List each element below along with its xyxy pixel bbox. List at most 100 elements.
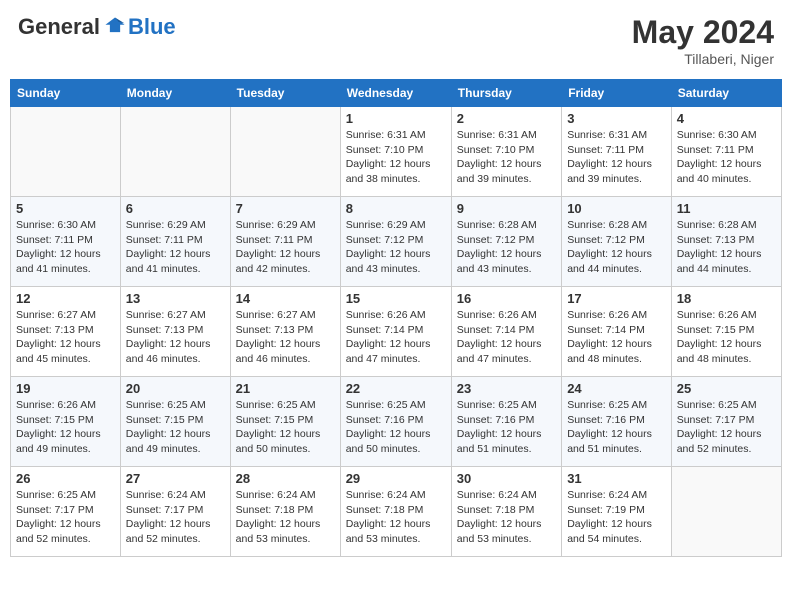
calendar-cell: 11 Sunrise: 6:28 AM Sunset: 7:13 PM Dayli… [671, 197, 781, 287]
day-info: Sunrise: 6:26 AM Sunset: 7:14 PM Dayligh… [457, 308, 556, 367]
calendar-cell: 6 Sunrise: 6:29 AM Sunset: 7:11 PM Daylig… [120, 197, 230, 287]
day-number: 5 [16, 201, 115, 216]
page-header: GeneralBlue May 2024 Tillaberi, Niger [10, 10, 782, 71]
calendar-cell: 26 Sunrise: 6:25 AM Sunset: 7:17 PM Dayli… [11, 467, 121, 557]
col-header-wednesday: Wednesday [340, 80, 451, 107]
day-number: 22 [346, 381, 446, 396]
day-number: 26 [16, 471, 115, 486]
day-info: Sunrise: 6:24 AM Sunset: 7:18 PM Dayligh… [457, 488, 556, 547]
day-number: 20 [126, 381, 225, 396]
calendar-cell: 13Sunrise: 6:27 AM Sunset: 7:13 PM Dayli… [120, 287, 230, 377]
calendar-cell: 29 Sunrise: 6:24 AM Sunset: 7:18 PM Dayli… [340, 467, 451, 557]
day-info: Sunrise: 6:30 AM Sunset: 7:11 PM Dayligh… [16, 218, 115, 277]
day-info: Sunrise: 6:25 AM Sunset: 7:16 PM Dayligh… [346, 398, 446, 457]
day-info: Sunrise: 6:27 AM Sunset: 7:13 PM Dayligh… [16, 308, 115, 367]
col-header-saturday: Saturday [671, 80, 781, 107]
calendar-cell: 23 Sunrise: 6:25 AM Sunset: 7:16 PM Dayli… [451, 377, 561, 467]
day-info: Sunrise: 6:25 AM Sunset: 7:16 PM Dayligh… [457, 398, 556, 457]
day-number: 8 [346, 201, 446, 216]
calendar-cell: 22 Sunrise: 6:25 AM Sunset: 7:16 PM Dayli… [340, 377, 451, 467]
calendar-cell: 7 Sunrise: 6:29 AM Sunset: 7:11 PM Daylig… [230, 197, 340, 287]
col-header-friday: Friday [562, 80, 672, 107]
day-number: 14 [236, 291, 335, 306]
day-number: 16 [457, 291, 556, 306]
day-info: Sunrise: 6:26 AM Sunset: 7:14 PM Dayligh… [346, 308, 446, 367]
calendar-cell [120, 107, 230, 197]
col-header-monday: Monday [120, 80, 230, 107]
day-info: Sunrise: 6:25 AM Sunset: 7:15 PM Dayligh… [236, 398, 335, 457]
day-info: Sunrise: 6:26 AM Sunset: 7:15 PM Dayligh… [16, 398, 115, 457]
calendar-cell: 24 Sunrise: 6:25 AM Sunset: 7:16 PM Dayli… [562, 377, 672, 467]
location: Tillaberi, Niger [632, 51, 774, 67]
calendar-cell: 20 Sunrise: 6:25 AM Sunset: 7:15 PM Dayli… [120, 377, 230, 467]
day-info: Sunrise: 6:31 AM Sunset: 7:10 PM Dayligh… [346, 128, 446, 187]
day-info: Sunrise: 6:25 AM Sunset: 7:16 PM Dayligh… [567, 398, 666, 457]
day-info: Sunrise: 6:28 AM Sunset: 7:13 PM Dayligh… [677, 218, 776, 277]
day-number: 6 [126, 201, 225, 216]
col-header-tuesday: Tuesday [230, 80, 340, 107]
day-info: Sunrise: 6:31 AM Sunset: 7:10 PM Dayligh… [457, 128, 556, 187]
day-number: 4 [677, 111, 776, 126]
col-header-thursday: Thursday [451, 80, 561, 107]
day-info: Sunrise: 6:28 AM Sunset: 7:12 PM Dayligh… [457, 218, 556, 277]
calendar-cell: 9 Sunrise: 6:28 AM Sunset: 7:12 PM Daylig… [451, 197, 561, 287]
calendar-cell: 19 Sunrise: 6:26 AM Sunset: 7:15 PM Dayli… [11, 377, 121, 467]
calendar-week-row: 26 Sunrise: 6:25 AM Sunset: 7:17 PM Dayli… [11, 467, 782, 557]
day-info: Sunrise: 6:30 AM Sunset: 7:11 PM Dayligh… [677, 128, 776, 187]
day-number: 29 [346, 471, 446, 486]
calendar-header-row: SundayMondayTuesdayWednesdayThursdayFrid… [11, 80, 782, 107]
calendar-cell: 1 Sunrise: 6:31 AM Sunset: 7:10 PM Daylig… [340, 107, 451, 197]
day-number: 31 [567, 471, 666, 486]
day-number: 23 [457, 381, 556, 396]
day-info: Sunrise: 6:24 AM Sunset: 7:17 PM Dayligh… [126, 488, 225, 547]
day-info: Sunrise: 6:28 AM Sunset: 7:12 PM Dayligh… [567, 218, 666, 277]
calendar-cell: 25Sunrise: 6:25 AM Sunset: 7:17 PM Dayli… [671, 377, 781, 467]
calendar-cell: 16 Sunrise: 6:26 AM Sunset: 7:14 PM Dayli… [451, 287, 561, 377]
day-info: Sunrise: 6:25 AM Sunset: 7:15 PM Dayligh… [126, 398, 225, 457]
day-number: 9 [457, 201, 556, 216]
calendar-week-row: 12Sunrise: 6:27 AM Sunset: 7:13 PM Dayli… [11, 287, 782, 377]
calendar-cell: 28Sunrise: 6:24 AM Sunset: 7:18 PM Dayli… [230, 467, 340, 557]
calendar-cell: 31 Sunrise: 6:24 AM Sunset: 7:19 PM Dayli… [562, 467, 672, 557]
calendar-cell: 15 Sunrise: 6:26 AM Sunset: 7:14 PM Dayli… [340, 287, 451, 377]
day-info: Sunrise: 6:27 AM Sunset: 7:13 PM Dayligh… [236, 308, 335, 367]
calendar-cell [671, 467, 781, 557]
col-header-sunday: Sunday [11, 80, 121, 107]
day-number: 7 [236, 201, 335, 216]
day-number: 17 [567, 291, 666, 306]
day-number: 3 [567, 111, 666, 126]
day-number: 2 [457, 111, 556, 126]
day-number: 1 [346, 111, 446, 126]
calendar-cell: 4 Sunrise: 6:30 AM Sunset: 7:11 PM Daylig… [671, 107, 781, 197]
day-info: Sunrise: 6:29 AM Sunset: 7:11 PM Dayligh… [236, 218, 335, 277]
calendar-cell: 10Sunrise: 6:28 AM Sunset: 7:12 PM Dayli… [562, 197, 672, 287]
day-info: Sunrise: 6:26 AM Sunset: 7:14 PM Dayligh… [567, 308, 666, 367]
calendar-cell: 5 Sunrise: 6:30 AM Sunset: 7:11 PM Daylig… [11, 197, 121, 287]
day-number: 19 [16, 381, 115, 396]
logo: GeneralBlue [18, 14, 176, 40]
day-info: Sunrise: 6:25 AM Sunset: 7:17 PM Dayligh… [16, 488, 115, 547]
day-info: Sunrise: 6:29 AM Sunset: 7:11 PM Dayligh… [126, 218, 225, 277]
day-number: 15 [346, 291, 446, 306]
day-number: 11 [677, 201, 776, 216]
day-info: Sunrise: 6:26 AM Sunset: 7:15 PM Dayligh… [677, 308, 776, 367]
month-year: May 2024 [632, 14, 774, 51]
logo-bird-icon [104, 16, 126, 38]
day-info: Sunrise: 6:24 AM Sunset: 7:18 PM Dayligh… [236, 488, 335, 547]
calendar-week-row: 19 Sunrise: 6:26 AM Sunset: 7:15 PM Dayli… [11, 377, 782, 467]
day-number: 30 [457, 471, 556, 486]
day-info: Sunrise: 6:25 AM Sunset: 7:17 PM Dayligh… [677, 398, 776, 457]
day-info: Sunrise: 6:24 AM Sunset: 7:18 PM Dayligh… [346, 488, 446, 547]
day-info: Sunrise: 6:24 AM Sunset: 7:19 PM Dayligh… [567, 488, 666, 547]
calendar-cell: 3Sunrise: 6:31 AM Sunset: 7:11 PM Daylig… [562, 107, 672, 197]
calendar-table: SundayMondayTuesdayWednesdayThursdayFrid… [10, 79, 782, 557]
logo-general-text: GeneralBlue [18, 14, 176, 40]
calendar-cell: 30 Sunrise: 6:24 AM Sunset: 7:18 PM Dayli… [451, 467, 561, 557]
day-number: 24 [567, 381, 666, 396]
day-number: 27 [126, 471, 225, 486]
day-info: Sunrise: 6:27 AM Sunset: 7:13 PM Dayligh… [126, 308, 225, 367]
calendar-cell: 27 Sunrise: 6:24 AM Sunset: 7:17 PM Dayli… [120, 467, 230, 557]
calendar-cell: 2 Sunrise: 6:31 AM Sunset: 7:10 PM Daylig… [451, 107, 561, 197]
calendar-cell: 14 Sunrise: 6:27 AM Sunset: 7:13 PM Dayli… [230, 287, 340, 377]
calendar-week-row: 5 Sunrise: 6:30 AM Sunset: 7:11 PM Daylig… [11, 197, 782, 287]
